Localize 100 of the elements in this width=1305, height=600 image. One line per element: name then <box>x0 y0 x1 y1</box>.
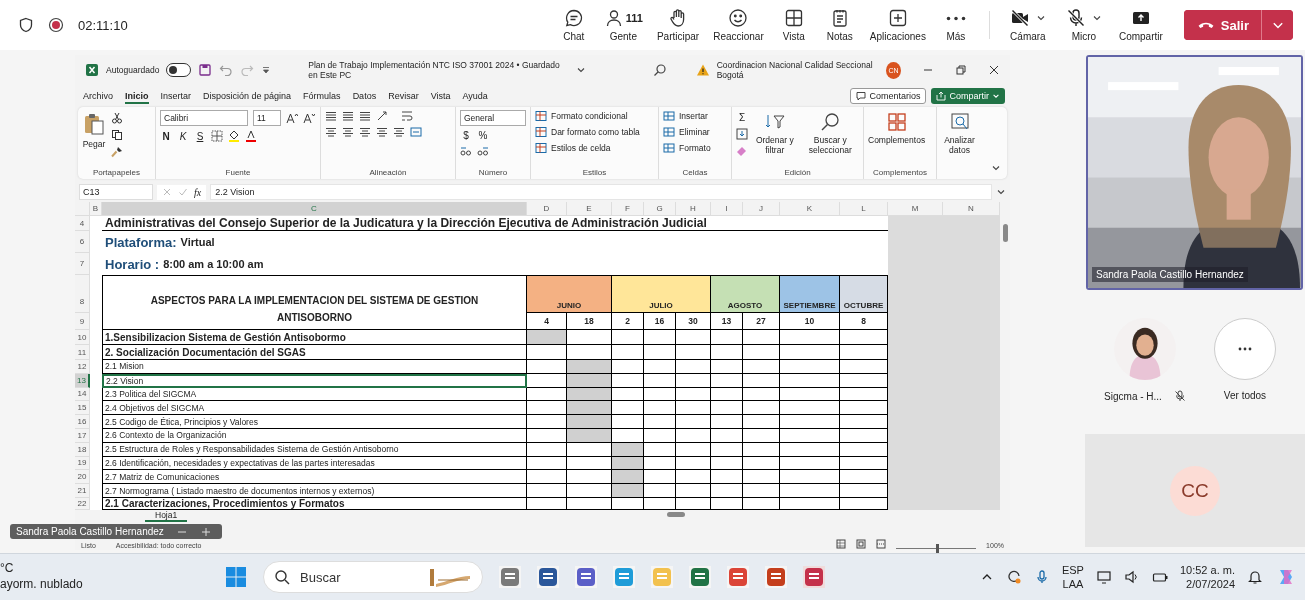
column-header[interactable]: B <box>90 202 102 216</box>
row-header[interactable]: 21 <box>75 484 90 498</box>
fill-down-icon[interactable] <box>736 128 748 140</box>
borders-icon[interactable] <box>211 130 223 142</box>
row-header[interactable]: 10 <box>75 330 90 345</box>
column-header[interactable]: H <box>676 202 711 216</box>
collapse-icon[interactable] <box>991 163 1001 173</box>
row-header[interactable]: 12 <box>75 360 90 374</box>
autosave-toggle[interactable] <box>166 63 192 77</box>
cells-button[interactable]: Insertar <box>663 110 708 122</box>
ribbon-tab[interactable]: Disposición de página <box>197 88 298 104</box>
grow-font-icon[interactable] <box>286 112 298 124</box>
row-header[interactable]: 7 <box>75 253 90 275</box>
zoom-in-icon[interactable] <box>199 525 212 538</box>
normal-view-icon[interactable] <box>836 539 847 549</box>
meeting-control[interactable]: Notas <box>818 8 861 42</box>
italic-button[interactable]: K <box>177 130 189 142</box>
ribbon-tab[interactable]: Datos <box>346 88 383 104</box>
formula-field[interactable]: 2.2 Vision <box>210 184 992 200</box>
align-icon[interactable] <box>325 126 337 138</box>
copy-icon[interactable] <box>111 129 123 141</box>
row-header[interactable]: 6 <box>75 231 90 253</box>
speaker-icon[interactable] <box>1123 569 1140 585</box>
row-header[interactable]: 20 <box>75 470 90 485</box>
meeting-control[interactable]: Reaccionar <box>708 8 769 42</box>
device-toggle[interactable]: Micro <box>1057 8 1110 42</box>
view-all-label[interactable]: Ver todos <box>1223 390 1267 401</box>
find-select-button[interactable]: Buscar y seleccionar <box>801 110 859 155</box>
number-format-field[interactable]: General <box>460 110 526 126</box>
align-icon[interactable] <box>359 110 371 122</box>
row-header[interactable]: 11 <box>75 345 90 360</box>
slides-app-icon[interactable] <box>765 566 787 588</box>
number-style-button[interactable]: % <box>477 130 489 141</box>
browser-icon[interactable] <box>613 566 635 588</box>
paste-button[interactable]: Pegar <box>82 110 106 149</box>
brush-icon[interactable] <box>111 146 123 158</box>
align-icon[interactable] <box>325 110 337 122</box>
page-break-icon[interactable] <box>876 539 887 549</box>
spreadsheet-app-icon[interactable] <box>689 566 711 588</box>
meeting-control[interactable]: Aplicaciones <box>864 8 931 42</box>
column-header[interactable]: D <box>527 202 567 216</box>
ribbon-tab[interactable]: Fórmulas <box>297 88 347 104</box>
decrease-decimal-icon[interactable] <box>477 145 489 157</box>
bell-icon[interactable] <box>1247 569 1263 585</box>
ribbon-tab[interactable]: Insertar <box>154 88 198 104</box>
row-header[interactable]: 9 <box>75 313 90 330</box>
row-header[interactable]: 4 <box>75 216 90 231</box>
align-icon[interactable] <box>342 110 354 122</box>
underline-button[interactable]: S <box>194 130 206 142</box>
sort-filter-button[interactable]: Ordenar y filtrar <box>753 110 797 155</box>
meeting-control[interactable]: Vista <box>772 8 815 42</box>
row-header[interactable]: 8 <box>75 275 90 313</box>
styles-button[interactable]: Estilos de celda <box>535 142 611 154</box>
analyze-data-button[interactable]: Analizar datos <box>941 110 978 155</box>
start-icon[interactable] <box>225 566 247 588</box>
ribbon-tab[interactable]: Revisar <box>382 88 425 104</box>
cells-button[interactable]: Eliminar <box>663 126 710 138</box>
font-color-icon[interactable] <box>245 130 257 142</box>
autosum-button[interactable]: Σ <box>736 112 748 123</box>
column-header[interactable]: N <box>943 202 1000 216</box>
column-header[interactable]: F <box>612 202 644 216</box>
task-view-icon[interactable] <box>499 566 521 588</box>
search-field[interactable]: Buscar <box>263 561 483 593</box>
monitor-icon[interactable] <box>1095 569 1112 585</box>
sync-icon[interactable] <box>1005 569 1022 585</box>
save-icon[interactable] <box>198 63 213 77</box>
share-button[interactable]: Compartir <box>931 88 1005 104</box>
orientation-icon[interactable] <box>376 110 388 122</box>
align-icon[interactable] <box>359 126 371 138</box>
column-header[interactable]: M <box>888 202 943 216</box>
column-header[interactable]: I <box>711 202 743 216</box>
search-icon[interactable] <box>652 63 667 77</box>
column-header[interactable]: K <box>780 202 840 216</box>
styles-button[interactable]: Dar formato como tabla <box>535 126 640 138</box>
ribbon-tab[interactable]: Ayuda <box>456 88 494 104</box>
column-header[interactable]: J <box>743 202 780 216</box>
styles-button[interactable]: Formato condicional <box>535 110 628 122</box>
restore-icon[interactable] <box>955 64 967 76</box>
align-icon[interactable] <box>376 126 388 138</box>
scissors-icon[interactable] <box>111 112 123 124</box>
ribbon-tab[interactable]: Inicio <box>119 88 155 104</box>
meeting-control[interactable]: 111 Gente <box>598 8 648 42</box>
fill-color-icon[interactable] <box>228 130 240 142</box>
comments-button[interactable]: Comentarios <box>850 88 927 104</box>
page-layout-icon[interactable] <box>856 539 867 549</box>
row-header[interactable]: 16 <box>75 415 90 429</box>
browser-icon[interactable] <box>727 566 749 588</box>
eraser-icon[interactable] <box>736 145 748 157</box>
meeting-control[interactable]: Chat <box>552 8 595 42</box>
device-toggle[interactable]: Cámara <box>1001 8 1054 42</box>
row-header[interactable]: 15 <box>75 401 90 416</box>
customize-icon[interactable] <box>261 65 272 75</box>
ribbon-tab[interactable]: Archivo <box>77 88 119 104</box>
meeting-control[interactable]: Participar <box>651 8 705 42</box>
column-header[interactable]: L <box>840 202 888 216</box>
function-button[interactable]: fx <box>194 186 202 198</box>
snipping-app-icon[interactable] <box>803 566 825 588</box>
column-header[interactable]: C <box>102 202 527 216</box>
merge-icon[interactable] <box>410 126 422 138</box>
column-header[interactable]: E <box>567 202 612 216</box>
